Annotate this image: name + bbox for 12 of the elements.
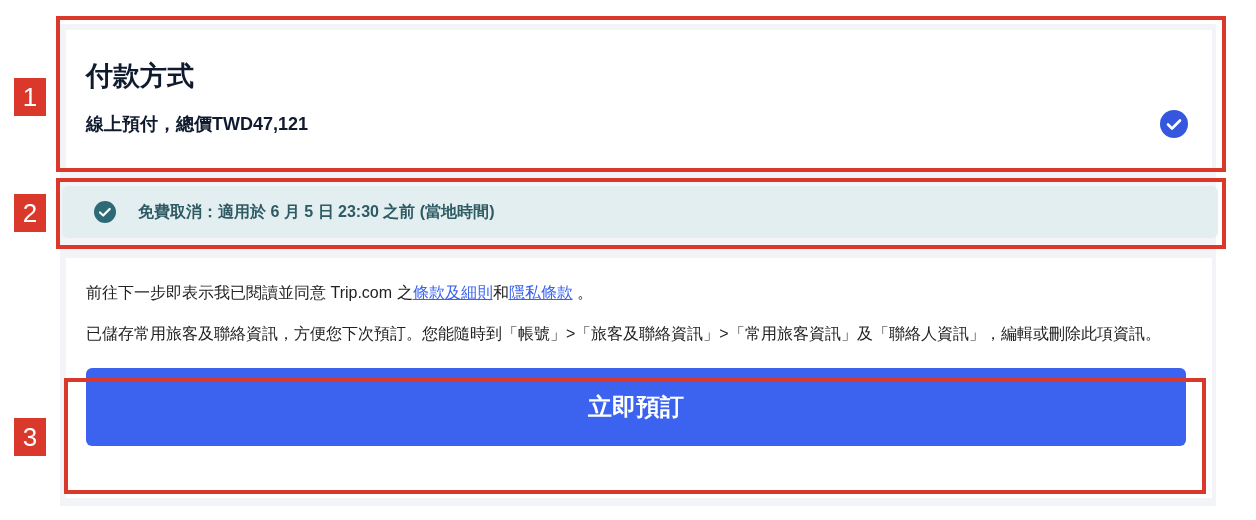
payment-option[interactable]: 線上預付，總價TWD47,121 (86, 110, 309, 138)
check-circle-icon (94, 201, 116, 223)
terms-link[interactable]: 條款及細則 (412, 284, 493, 301)
terms-link[interactable]: 隱私條款 (508, 284, 573, 301)
annotation-label: 1 (14, 78, 46, 116)
notice-text: 已儲存常用旅客及聯絡資訊，方便您下次預訂。您能隨時到「帳號」>「旅客及聯絡資訊」>「常用旅客資訊」及「聯絡人資訊」，編輯或刪除此項資訊。 (86, 324, 1162, 344)
annotation-label: 3 (14, 418, 46, 456)
cancellation-text: 免費取消：適用於 6 月 5 日 23:30 之前 (當地時間) (138, 202, 495, 222)
section-title: 付款方式 (86, 60, 195, 93)
book-button[interactable]: 立即預訂 (86, 368, 1186, 446)
annotation-label: 2 (14, 194, 46, 232)
agreement-text: 前往下一步即表示我已閱讀並同意 Trip.com 之條款及細則和隱私條款 。 (86, 283, 594, 303)
